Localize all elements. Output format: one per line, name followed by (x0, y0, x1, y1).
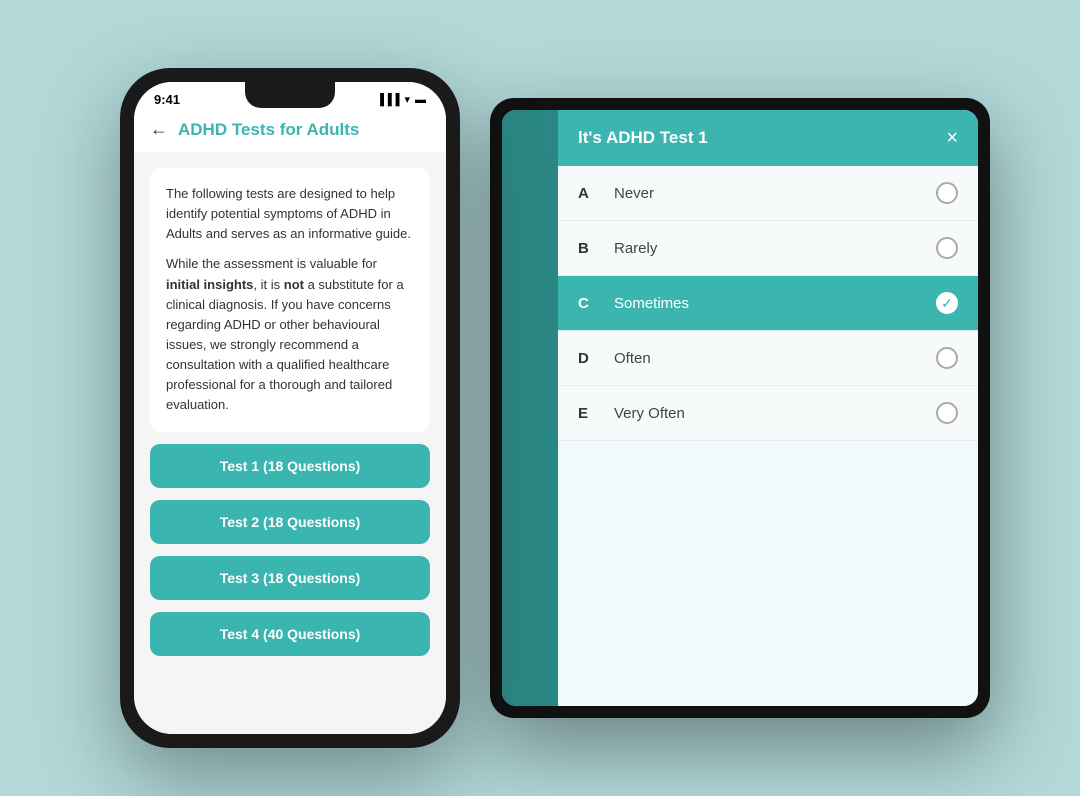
option-radio-very-often (936, 402, 958, 424)
status-icons: ▐▐▐ ▾ ▬ (376, 93, 426, 106)
tablet-device: lt's ADHD Test 1 × A Never B (490, 98, 990, 718)
checkmark-icon: ✓ (941, 295, 953, 312)
option-row-sometimes[interactable]: C Sometimes ✓ (558, 276, 978, 331)
signal-icon: ▐▐▐ (376, 94, 399, 106)
option-radio-rarely (936, 237, 958, 259)
back-button[interactable]: ← (150, 119, 168, 140)
phone-device: 9:41 ▐▐▐ ▾ ▬ ← ADHD Tests for Adults The… (120, 68, 460, 748)
tablet-screen: lt's ADHD Test 1 × A Never B (502, 110, 978, 706)
option-text-never: Never (614, 185, 920, 202)
option-row-very-often[interactable]: E Very Often (558, 386, 978, 441)
option-text-sometimes: Sometimes (614, 295, 920, 312)
option-letter-c: C (578, 295, 598, 312)
phone-page-title: ADHD Tests for Adults (178, 120, 359, 140)
test2-button[interactable]: Test 2 (18 Questions) (150, 500, 430, 544)
option-letter-b: B (578, 240, 598, 257)
option-row-often[interactable]: D Often (558, 331, 978, 386)
bold-initial: initial insights (166, 277, 253, 292)
option-text-very-often: Very Often (614, 405, 920, 422)
option-letter-e: E (578, 405, 598, 422)
modal-options-list: A Never B Rarely (558, 166, 978, 706)
option-radio-never (936, 182, 958, 204)
option-row-rarely[interactable]: B Rarely (558, 221, 978, 276)
phone-time: 9:41 (154, 92, 180, 107)
battery-icon: ▬ (415, 94, 426, 106)
option-text-rarely: Rarely (614, 240, 920, 257)
test3-button[interactable]: Test 3 (18 Questions) (150, 556, 430, 600)
phone-notch (245, 82, 335, 108)
phone-app-header: ← ADHD Tests for Adults (134, 111, 446, 152)
option-row-never[interactable]: A Never (558, 166, 978, 221)
scene: 9:41 ▐▐▐ ▾ ▬ ← ADHD Tests for Adults The… (90, 38, 990, 758)
modal-close-button[interactable]: × (946, 128, 958, 148)
phone-screen: 9:41 ▐▐▐ ▾ ▬ ← ADHD Tests for Adults The… (134, 82, 446, 734)
phone-content-area: The following tests are designed to help… (134, 152, 446, 734)
modal-header: lt's ADHD Test 1 × (558, 110, 978, 166)
option-radio-often (936, 347, 958, 369)
test4-button[interactable]: Test 4 (40 Questions) (150, 612, 430, 656)
bold-not: not (284, 277, 304, 292)
info-paragraph-1: The following tests are designed to help… (166, 184, 414, 244)
option-letter-a: A (578, 185, 598, 202)
info-card: The following tests are designed to help… (150, 168, 430, 432)
wifi-icon: ▾ (404, 93, 410, 106)
modal-overlay: lt's ADHD Test 1 × A Never B (502, 110, 978, 706)
info-paragraph-2: While the assessment is valuable for ini… (166, 254, 414, 415)
modal-dialog: lt's ADHD Test 1 × A Never B (558, 110, 978, 706)
option-letter-d: D (578, 350, 598, 367)
option-radio-sometimes: ✓ (936, 292, 958, 314)
modal-title: lt's ADHD Test 1 (578, 128, 708, 148)
test1-button[interactable]: Test 1 (18 Questions) (150, 444, 430, 488)
option-text-often: Often (614, 350, 920, 367)
